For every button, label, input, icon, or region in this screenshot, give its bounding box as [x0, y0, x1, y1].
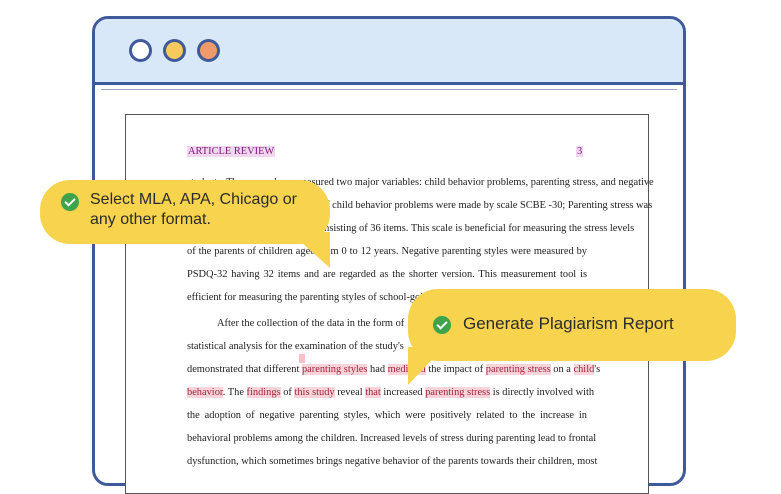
plagiarism-highlight[interactable]: child [573, 364, 595, 375]
plagiarism-highlight[interactable]: findings [246, 387, 281, 398]
window-close-dot-icon[interactable] [129, 39, 152, 62]
window-minimize-dot-icon[interactable] [163, 39, 186, 62]
window-titlebar [95, 19, 683, 85]
check-circle-icon [433, 316, 451, 334]
window-maximize-dot-icon[interactable] [197, 39, 220, 62]
report-callout-text: Generate Plagiarism Report [463, 314, 674, 333]
document-line: behavioral problems among the children. … [187, 433, 597, 444]
document-line-highlighted: behavior. The findings of this study rev… [187, 387, 595, 398]
comment-marker[interactable] [299, 354, 305, 363]
document-line: PSDQ-32 having 32 items and are regarded… [187, 269, 587, 280]
check-circle-icon [61, 193, 79, 211]
plagiarism-highlight[interactable]: behavior [187, 387, 223, 398]
plagiarism-highlight[interactable]: parenting styles [301, 364, 368, 375]
callout-tail [408, 347, 444, 385]
callout-tail [290, 232, 330, 268]
plagiarism-highlight[interactable]: this study [294, 387, 335, 398]
document-line-highlighted: demonstrated that different parenting st… [187, 364, 601, 375]
document-page-number: 3 [576, 146, 584, 157]
plagiarism-highlight[interactable]: parenting stress [425, 387, 491, 398]
document-line: dysfunction, which sometimes brings nega… [187, 456, 598, 467]
document-line: of the parents of children aged from 0 t… [187, 246, 587, 257]
content-divider [101, 89, 677, 90]
plagiarism-highlight[interactable]: parenting stress [485, 364, 551, 375]
format-callout-text: Select MLA, APA, Chicago or any other fo… [90, 191, 297, 228]
document-header-title: ARTICLE REVIEW [187, 146, 276, 157]
document-line: the adoption of negative parenting style… [187, 410, 587, 421]
format-callout: Select MLA, APA, Chicago or any other fo… [40, 180, 330, 268]
report-callout: Generate Plagiarism Report [408, 289, 736, 385]
plagiarism-highlight[interactable]: that [365, 387, 381, 398]
